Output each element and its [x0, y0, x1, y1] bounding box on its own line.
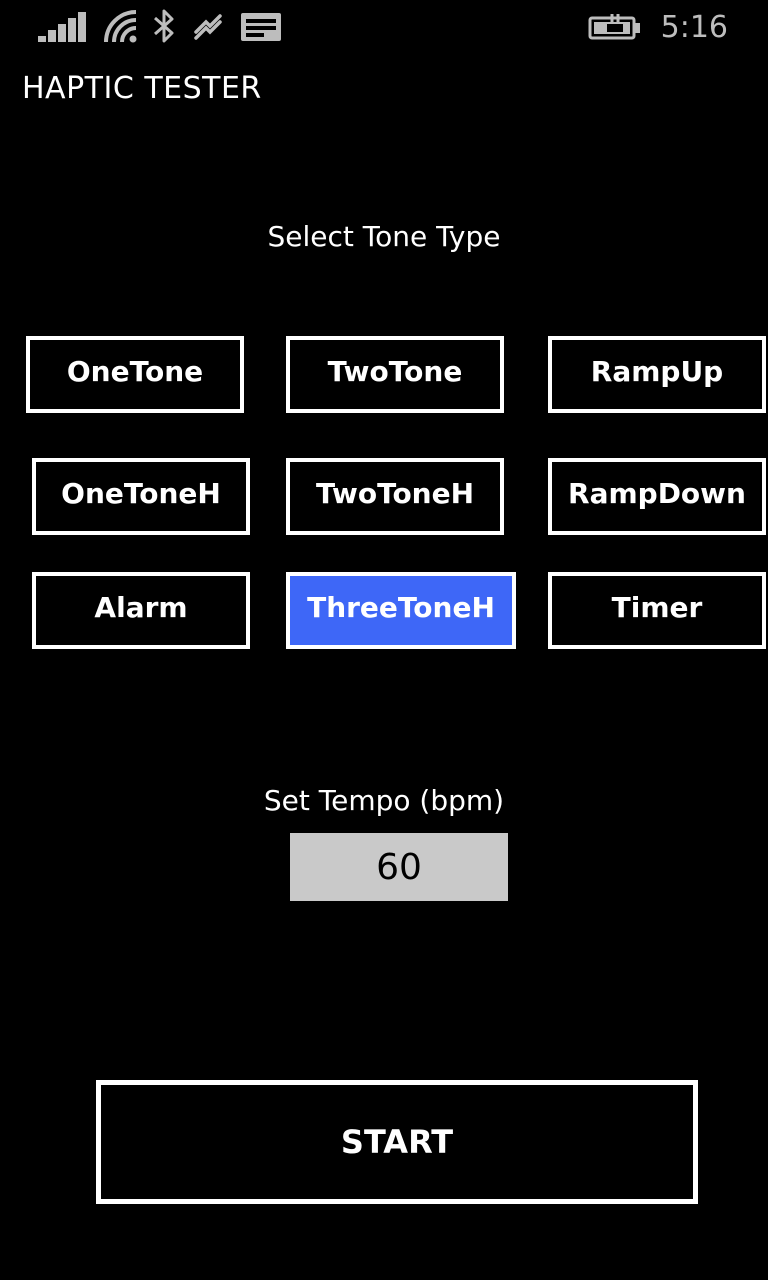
tone-button-rampup[interactable]: RampUp	[548, 336, 766, 413]
wifi-icon	[104, 10, 137, 43]
tone-button-rampdown[interactable]: RampDown	[548, 458, 766, 535]
bluetooth-icon	[154, 9, 174, 43]
start-button[interactable]: START	[96, 1080, 698, 1204]
notification-icon	[241, 13, 281, 41]
tone-button-timer[interactable]: Timer	[548, 572, 766, 649]
tone-button-threetoneh[interactable]: ThreeToneH	[286, 572, 516, 649]
tone-button-alarm[interactable]: Alarm	[32, 572, 250, 649]
signal-strength-icon	[38, 12, 86, 42]
status-time: 5:16	[660, 10, 728, 45]
tone-button-onetoneh[interactable]: OneToneH	[32, 458, 250, 535]
status-bar: 5:16	[0, 0, 768, 56]
tone-type-label: Select Tone Type	[267, 220, 501, 253]
sync-icon	[194, 14, 222, 40]
tempo-input[interactable]	[290, 833, 508, 901]
tone-button-twotone[interactable]: TwoTone	[286, 336, 504, 413]
tempo-label: Set Tempo (bpm)	[263, 784, 505, 817]
battery-charging-icon	[588, 14, 640, 40]
tone-button-twotoneh[interactable]: TwoToneH	[286, 458, 504, 535]
tone-button-onetone[interactable]: OneTone	[26, 336, 244, 413]
app-title: HAPTIC TESTER	[22, 71, 262, 106]
